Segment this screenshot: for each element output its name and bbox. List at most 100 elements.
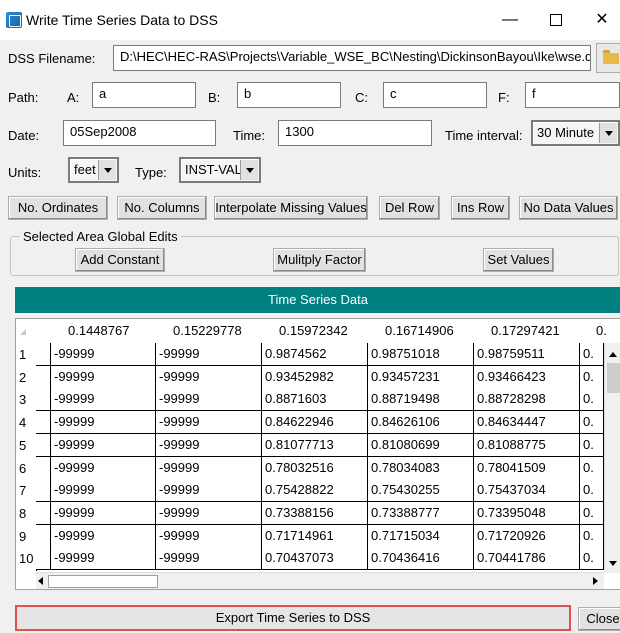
table-cell[interactable]: 0.88719498 <box>368 388 474 411</box>
table-cell[interactable]: -99999 <box>51 547 156 570</box>
table-cell[interactable]: -99999 <box>156 525 262 548</box>
table-cell[interactable]: 0. <box>580 343 604 366</box>
row-header[interactable]: 7 <box>16 483 36 498</box>
table-cell[interactable]: -99999 <box>51 525 156 548</box>
table-cell[interactable]: 0.8871603 <box>262 388 368 411</box>
vertical-scroll-thumb[interactable] <box>607 363 620 393</box>
no-ordinates-button[interactable]: No. Ordinates <box>8 196 108 220</box>
row-header[interactable]: 9 <box>16 529 36 544</box>
table-cell[interactable]: 0. <box>580 388 604 411</box>
row-header[interactable]: 6 <box>16 461 36 476</box>
table-cell[interactable]: 0.70436416 <box>368 547 474 570</box>
row-header[interactable]: 5 <box>16 438 36 453</box>
table-cell[interactable]: 0.98751018 <box>368 343 474 366</box>
table-cell[interactable]: -99999 <box>51 434 156 457</box>
row-selector-cell[interactable] <box>36 411 51 434</box>
table-cell[interactable]: -99999 <box>51 366 156 389</box>
select-all-corner-icon[interactable] <box>20 329 26 335</box>
row-selector-cell[interactable] <box>36 479 51 502</box>
row-selector-cell[interactable] <box>36 547 51 570</box>
table-cell[interactable]: 0.73388777 <box>368 502 474 525</box>
table-cell[interactable]: 0. <box>580 547 604 570</box>
table-cell[interactable]: -99999 <box>51 479 156 502</box>
date-field[interactable]: 05Sep2008 <box>63 120 216 146</box>
table-cell[interactable]: -99999 <box>51 411 156 434</box>
row-selector-cell[interactable] <box>36 502 51 525</box>
table-cell[interactable]: 0.71715034 <box>368 525 474 548</box>
table-cell[interactable]: 0.75428822 <box>262 479 368 502</box>
column-header[interactable]: 0. <box>596 323 607 338</box>
row-header[interactable]: 3 <box>16 392 36 407</box>
table-cell[interactable]: 0.70437073 <box>262 547 368 570</box>
table-cell[interactable]: -99999 <box>51 457 156 480</box>
table-cell[interactable]: -99999 <box>51 343 156 366</box>
table-cell[interactable]: 0.73395048 <box>474 502 580 525</box>
table-cell[interactable]: 0.98759511 <box>474 343 580 366</box>
vertical-scrollbar[interactable] <box>604 343 620 573</box>
row-selector-cell[interactable] <box>36 434 51 457</box>
path-a-field[interactable]: a <box>92 82 196 108</box>
close-button[interactable]: Close <box>578 607 620 631</box>
dss-filename-field[interactable]: D:\HEC\HEC-RAS\Projects\Variable_WSE_BC\… <box>113 45 591 71</box>
column-header[interactable]: 0.16714906 <box>385 323 454 338</box>
interpolate-missing-values-button[interactable]: Interpolate Missing Values <box>214 196 368 220</box>
table-cell[interactable]: -99999 <box>156 479 262 502</box>
table-cell[interactable]: 0.81077713 <box>262 434 368 457</box>
scroll-left-icon[interactable] <box>38 577 43 585</box>
table-cell[interactable]: 0. <box>580 366 604 389</box>
column-header[interactable]: 0.1448767 <box>68 323 129 338</box>
minimize-button[interactable]: — <box>487 6 533 34</box>
no-columns-button[interactable]: No. Columns <box>117 196 207 220</box>
table-cell[interactable]: 0.84626106 <box>368 411 474 434</box>
units-dropdown[interactable]: feet <box>68 157 119 183</box>
table-cell[interactable]: 0.93452982 <box>262 366 368 389</box>
table-cell[interactable]: 0.9874562 <box>262 343 368 366</box>
add-constant-button[interactable]: Add Constant <box>75 248 165 272</box>
row-selector-cell[interactable] <box>36 525 51 548</box>
table-cell[interactable]: 0.78032516 <box>262 457 368 480</box>
table-cell[interactable]: -99999 <box>156 547 262 570</box>
row-selector-cell[interactable] <box>36 457 51 480</box>
table-cell[interactable]: -99999 <box>156 388 262 411</box>
row-header[interactable]: 10 <box>16 551 36 566</box>
table-cell[interactable]: 0. <box>580 479 604 502</box>
row-selector-cell[interactable] <box>36 343 51 366</box>
close-window-button[interactable]: ✕ <box>579 6 620 34</box>
table-cell[interactable]: 0.75430255 <box>368 479 474 502</box>
table-cell[interactable]: -99999 <box>156 343 262 366</box>
column-header[interactable]: 0.15972342 <box>279 323 348 338</box>
type-dropdown[interactable]: INST-VAL <box>179 157 261 183</box>
table-cell[interactable]: 0.84622946 <box>262 411 368 434</box>
table-cell[interactable]: 0. <box>580 525 604 548</box>
table-cell[interactable]: 0.84634447 <box>474 411 580 434</box>
time-series-grid[interactable]: 0.1448767 0.15229778 0.15972342 0.167149… <box>15 318 620 590</box>
table-cell[interactable]: -99999 <box>51 388 156 411</box>
horizontal-scroll-thumb[interactable] <box>48 575 158 588</box>
maximize-button[interactable] <box>533 6 579 34</box>
table-cell[interactable]: -99999 <box>156 434 262 457</box>
row-selector-cell[interactable] <box>36 366 51 389</box>
row-header[interactable]: 1 <box>16 347 36 362</box>
table-cell[interactable]: 0.71720926 <box>474 525 580 548</box>
no-data-values-button[interactable]: No Data Values <box>519 196 618 220</box>
table-cell[interactable]: 0.78034083 <box>368 457 474 480</box>
export-time-series-button[interactable]: Export Time Series to DSS <box>15 605 571 631</box>
ins-row-button[interactable]: Ins Row <box>451 196 510 220</box>
column-header[interactable]: 0.15229778 <box>173 323 242 338</box>
table-cell[interactable]: -99999 <box>156 457 262 480</box>
multiply-factor-button[interactable]: Mulitply Factor <box>273 248 366 272</box>
table-cell[interactable]: 0. <box>580 411 604 434</box>
table-cell[interactable]: 0.93457231 <box>368 366 474 389</box>
table-cell[interactable]: 0.88728298 <box>474 388 580 411</box>
browse-button[interactable] <box>596 43 620 73</box>
scroll-down-icon[interactable] <box>609 561 617 566</box>
table-cell[interactable]: 0.73388156 <box>262 502 368 525</box>
time-field[interactable]: 1300 <box>278 120 432 146</box>
table-cell[interactable]: 0.81088775 <box>474 434 580 457</box>
table-cell[interactable]: 0.81080699 <box>368 434 474 457</box>
table-cell[interactable]: -99999 <box>156 502 262 525</box>
row-selector-cell[interactable] <box>36 388 51 411</box>
table-cell[interactable]: -99999 <box>156 366 262 389</box>
column-header[interactable]: 0.17297421 <box>491 323 560 338</box>
table-cell[interactable]: 0.75437034 <box>474 479 580 502</box>
